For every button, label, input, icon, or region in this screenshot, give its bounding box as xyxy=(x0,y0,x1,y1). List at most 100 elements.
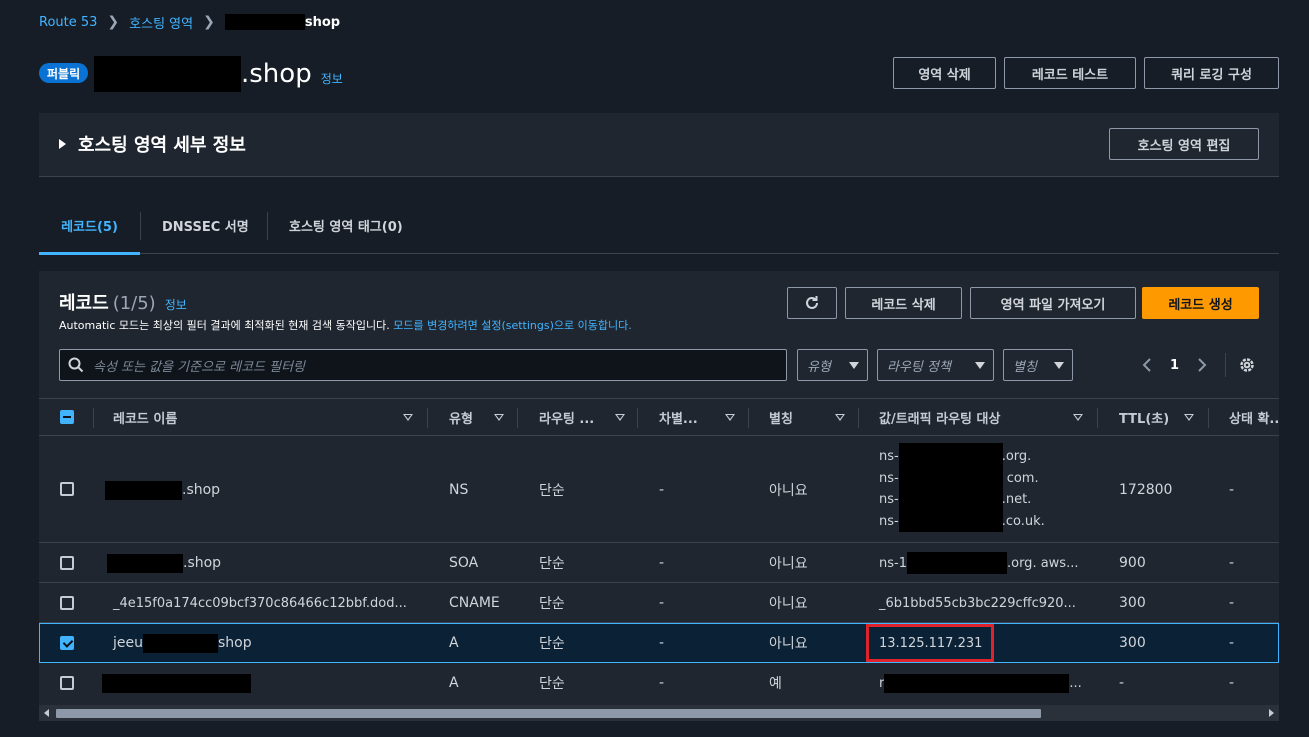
record-value: ns-1 .org. aws... xyxy=(879,552,1078,574)
row-checkbox[interactable] xyxy=(60,556,74,570)
column-header-value[interactable]: 값/트래픽 라우팅 대상 xyxy=(879,399,1094,436)
column-header-health[interactable]: 상태 확... xyxy=(1229,399,1279,436)
tab-dnssec[interactable]: DNSSEC 서명 xyxy=(162,196,249,254)
page-title: .shop 정보 xyxy=(94,56,343,92)
caret-right-icon xyxy=(59,139,66,149)
routing-policy: 단순 xyxy=(539,556,565,572)
table-row[interactable]: .shop NS 단순 - 아니요 ns- .org. ns-com. ns- .n… xyxy=(39,436,1279,543)
tab-bar: 레코드(5) DNSSEC 서명 호스팅 영역 태그(0) xyxy=(39,196,1279,255)
health-check: - xyxy=(1229,675,1235,691)
alias: 아니요 xyxy=(769,596,808,612)
column-header-name[interactable]: 레코드 이름 xyxy=(113,399,413,436)
tab-records[interactable]: 레코드(5) xyxy=(39,196,140,255)
ttl: 172800 xyxy=(1119,482,1173,498)
caret-down-icon xyxy=(1054,361,1064,369)
refresh-icon xyxy=(806,296,818,309)
sort-icon xyxy=(835,414,845,421)
horizontal-scrollbar[interactable] xyxy=(39,705,1279,721)
differentiator: - xyxy=(659,675,665,691)
import-zone-file-button[interactable]: 영역 파일 가져오기 xyxy=(970,287,1136,319)
chevron-right-icon[interactable] xyxy=(1197,357,1207,373)
record-type: A xyxy=(449,635,459,651)
sort-icon xyxy=(725,414,735,421)
chevron-left-icon[interactable] xyxy=(1142,357,1152,373)
column-header-alias[interactable]: 별칭 xyxy=(769,399,864,436)
ttl: 900 xyxy=(1119,555,1146,571)
scrollbar-thumb[interactable] xyxy=(56,709,1041,718)
routing-policy: 단순 xyxy=(539,636,565,652)
details-toggle[interactable]: 호스팅 영역 세부 정보 xyxy=(59,131,246,157)
column-header-differentiator[interactable]: 차별... xyxy=(659,399,754,436)
scroll-left-icon[interactable] xyxy=(44,709,49,717)
health-check: - xyxy=(1229,635,1235,651)
column-header-type[interactable]: 유형 xyxy=(449,399,524,436)
delete-zone-button[interactable]: 영역 삭제 xyxy=(893,57,996,89)
routing-policy: 단순 xyxy=(539,596,565,612)
alias-filter-dropdown[interactable]: 별칭 xyxy=(1003,349,1073,381)
row-checkbox[interactable] xyxy=(60,596,74,610)
caret-down-icon xyxy=(849,361,859,369)
health-check: - xyxy=(1229,555,1235,571)
records-heading: 레코드 (1/5) 정보 xyxy=(59,293,187,314)
redacted-block xyxy=(899,443,1003,532)
table-row-selected[interactable]: jeeu shop A 단순 - 아니요 13.125.117.231 300 - xyxy=(39,623,1279,663)
ttl: 300 xyxy=(1119,635,1146,651)
caret-down-icon xyxy=(975,361,985,369)
pagination: 1 xyxy=(1142,349,1256,381)
record-value: r... xyxy=(879,673,1082,693)
redacted-block xyxy=(224,14,305,30)
ttl: - xyxy=(1119,675,1125,691)
page-number[interactable]: 1 xyxy=(1170,358,1179,373)
refresh-button[interactable] xyxy=(787,287,837,319)
create-record-button[interactable]: 레코드 생성 xyxy=(1142,287,1259,319)
table-header: 레코드 이름 유형 라우팅 ... 차별... 별칭 값/트래픽 라우팅 대상 … xyxy=(39,398,1279,436)
alias: 아니요 xyxy=(769,636,808,652)
type-filter-dropdown[interactable]: 유형 xyxy=(797,349,868,381)
routing-policy: 단순 xyxy=(539,483,565,499)
gear-icon[interactable] xyxy=(1238,356,1256,374)
column-header-routing[interactable]: 라우팅 ... xyxy=(539,399,634,436)
tab-tags[interactable]: 호스팅 영역 태그(0) xyxy=(289,196,403,254)
health-check: - xyxy=(1229,595,1235,611)
chevron-right-icon: ❯ xyxy=(203,14,215,30)
edit-hosted-zone-button[interactable]: 호스팅 영역 편집 xyxy=(1109,128,1259,160)
differentiator: - xyxy=(659,482,665,498)
differentiator: - xyxy=(659,595,665,611)
delete-records-button[interactable]: 레코드 삭제 xyxy=(845,287,962,319)
search-input[interactable]: 속성 또는 값을 기준으로 레코드 필터링 xyxy=(59,349,787,381)
record-type: CNAME xyxy=(449,595,500,611)
differentiator: - xyxy=(659,555,665,571)
row-checkbox[interactable] xyxy=(60,636,74,650)
table-row[interactable]: _4e15f0a174cc09bcf370c86466c12bbf.dod...… xyxy=(39,583,1279,623)
row-checkbox[interactable] xyxy=(60,482,74,496)
sort-icon xyxy=(1073,414,1083,421)
search-mode-description: Automatic 모드는 최상의 필터 결과에 최적화된 현재 검색 동작입니… xyxy=(59,319,632,332)
table-row[interactable]: .shop SOA 단순 - 아니요 ns-1 .org. aws... 900 … xyxy=(39,543,1279,583)
query-logging-button[interactable]: 쿼리 로깅 구성 xyxy=(1144,57,1279,89)
test-record-button[interactable]: 레코드 테스트 xyxy=(1004,57,1136,89)
info-link[interactable]: 정보 xyxy=(165,296,187,313)
alias: 아니요 xyxy=(769,483,808,499)
record-name: jeeu shop xyxy=(113,633,252,653)
record-type: SOA xyxy=(449,555,479,571)
settings-link[interactable]: 모드를 변경하려면 설정(settings)으로 이동합니다. xyxy=(393,319,631,332)
scroll-right-icon[interactable] xyxy=(1269,709,1274,717)
row-checkbox[interactable] xyxy=(60,676,74,690)
public-badge: 퍼블릭 xyxy=(39,63,89,83)
breadcrumb-route53-link[interactable]: Route 53 xyxy=(39,15,97,30)
table-row[interactable]: A 단순 - 예 r... - - xyxy=(39,663,1279,703)
breadcrumb-current: shop xyxy=(224,14,340,30)
records-panel: 레코드 (1/5) 정보 Automatic 모드는 최상의 필터 결과에 최적… xyxy=(39,271,1279,721)
column-header-ttl[interactable]: TTL(초) xyxy=(1119,399,1199,436)
select-all-checkbox[interactable] xyxy=(60,410,74,424)
sort-icon xyxy=(615,414,625,421)
alias: 예 xyxy=(769,676,782,692)
sort-icon xyxy=(403,414,413,421)
health-check: - xyxy=(1229,482,1235,498)
info-link[interactable]: 정보 xyxy=(321,70,343,87)
hosted-zone-details-panel: 호스팅 영역 세부 정보 호스팅 영역 편집 xyxy=(39,113,1279,177)
record-type: A xyxy=(449,675,459,691)
record-value: _6b1bbd55cb3bc229cffc920... xyxy=(879,595,1076,611)
breadcrumb-hosted-zones-link[interactable]: 호스팅 영역 xyxy=(129,13,193,32)
routing-policy-filter-dropdown[interactable]: 라우팅 정책 xyxy=(877,349,994,381)
